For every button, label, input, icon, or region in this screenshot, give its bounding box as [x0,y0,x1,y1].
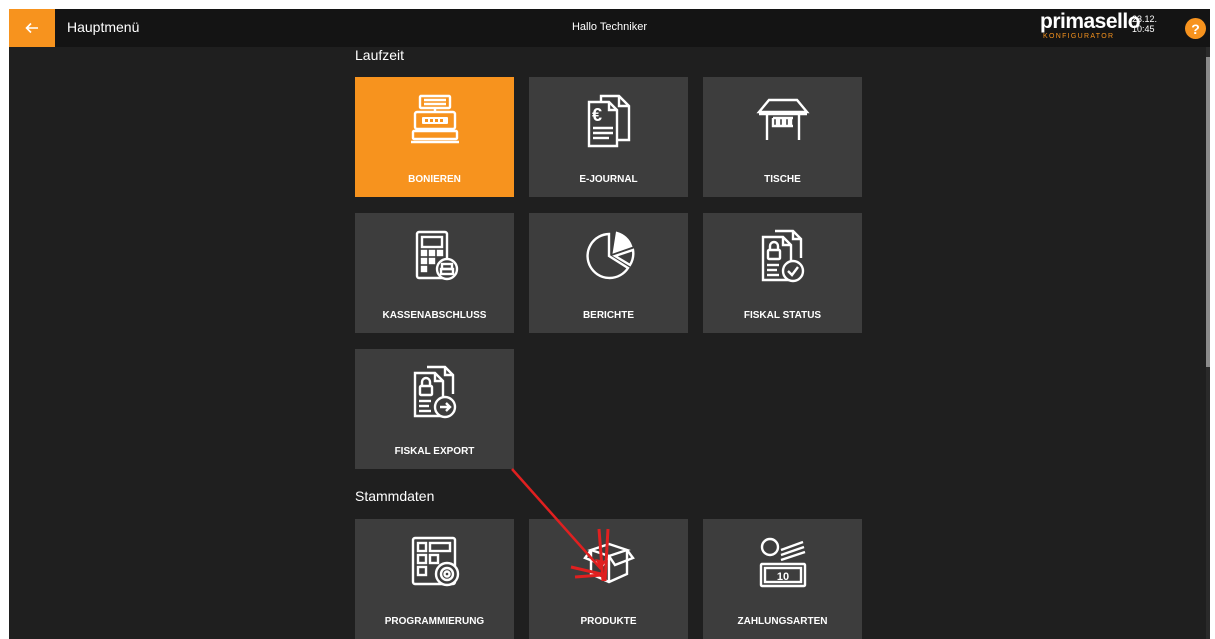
tile-bonieren[interactable]: BONIEREN [355,77,514,197]
scrollbar-thumb[interactable] [1206,57,1210,367]
header-bar: Hauptmenü Hallo Techniker primasello KON… [9,9,1210,47]
tile-label: E-JOURNAL [579,174,638,185]
svg-text:€: € [592,105,602,125]
coin-banknote-icon: 10 [759,537,807,588]
tile-label: ZAHLUNGSARTEN [737,616,828,627]
document-lock-export-icon [413,365,457,419]
tile-label: PROGRAMMIERUNG [384,616,485,627]
app-window: Hauptmenü Hallo Techniker primasello KON… [9,9,1210,639]
help-button[interactable]: ? [1185,18,1206,39]
scrollbar[interactable] [1206,47,1210,639]
logo-wordmark: primasello [1040,10,1141,33]
cash-register-icon [411,94,459,144]
tile-label: KASSENABSCHLUSS [382,310,487,321]
layout-gear-icon [411,536,460,587]
clock-time: 10:45 [1132,24,1155,34]
clock: 23.12. 10:45 [1132,14,1157,34]
box-icon [583,542,635,584]
tile-label: TISCHE [764,174,801,185]
tile-label: BONIEREN [408,174,461,185]
tile-label: PRODUKTE [580,616,637,627]
arrow-left-icon [25,22,38,34]
tile-label: FISKAL EXPORT [394,446,475,457]
calculator-printer-icon [415,230,459,281]
user-greeting: Hallo Techniker [571,21,647,33]
document-lock-check-icon [761,229,805,283]
tile-tische[interactable]: TISCHE [703,77,862,197]
page-title: Hauptmenü [67,19,140,35]
clock-date: 23.12. [1132,14,1158,24]
tile-fiskal-status[interactable]: FISKAL STATUS [703,213,862,333]
euro-document-icon: € [587,94,631,148]
table-icon [756,98,810,140]
tile-programmierung[interactable]: PROGRAMMIERUNG [355,519,514,639]
tile-label: BERICHTE [582,310,635,321]
tile-fiskal-export[interactable]: FISKAL EXPORT [355,349,514,469]
tile-e-journal[interactable]: € E-JOURNAL [529,77,688,197]
pie-chart-icon [586,231,635,280]
logo-subtitle: KONFIGURATOR [1043,33,1115,40]
tile-zahlungsarten[interactable]: 10 ZAHLUNGSARTEN [703,519,862,639]
back-button[interactable] [9,9,55,47]
banknote-value: 10 [777,571,789,583]
tile-produkte[interactable]: PRODUKTE [529,519,688,639]
tile-berichte[interactable]: BERICHTE [529,213,688,333]
section-title-master-data: Stammdaten [355,488,435,504]
tile-label: FISKAL STATUS [743,310,822,321]
section-title-runtime: Laufzeit [355,47,405,63]
tile-kassenabschluss[interactable]: KASSENABSCHLUSS [355,213,514,333]
